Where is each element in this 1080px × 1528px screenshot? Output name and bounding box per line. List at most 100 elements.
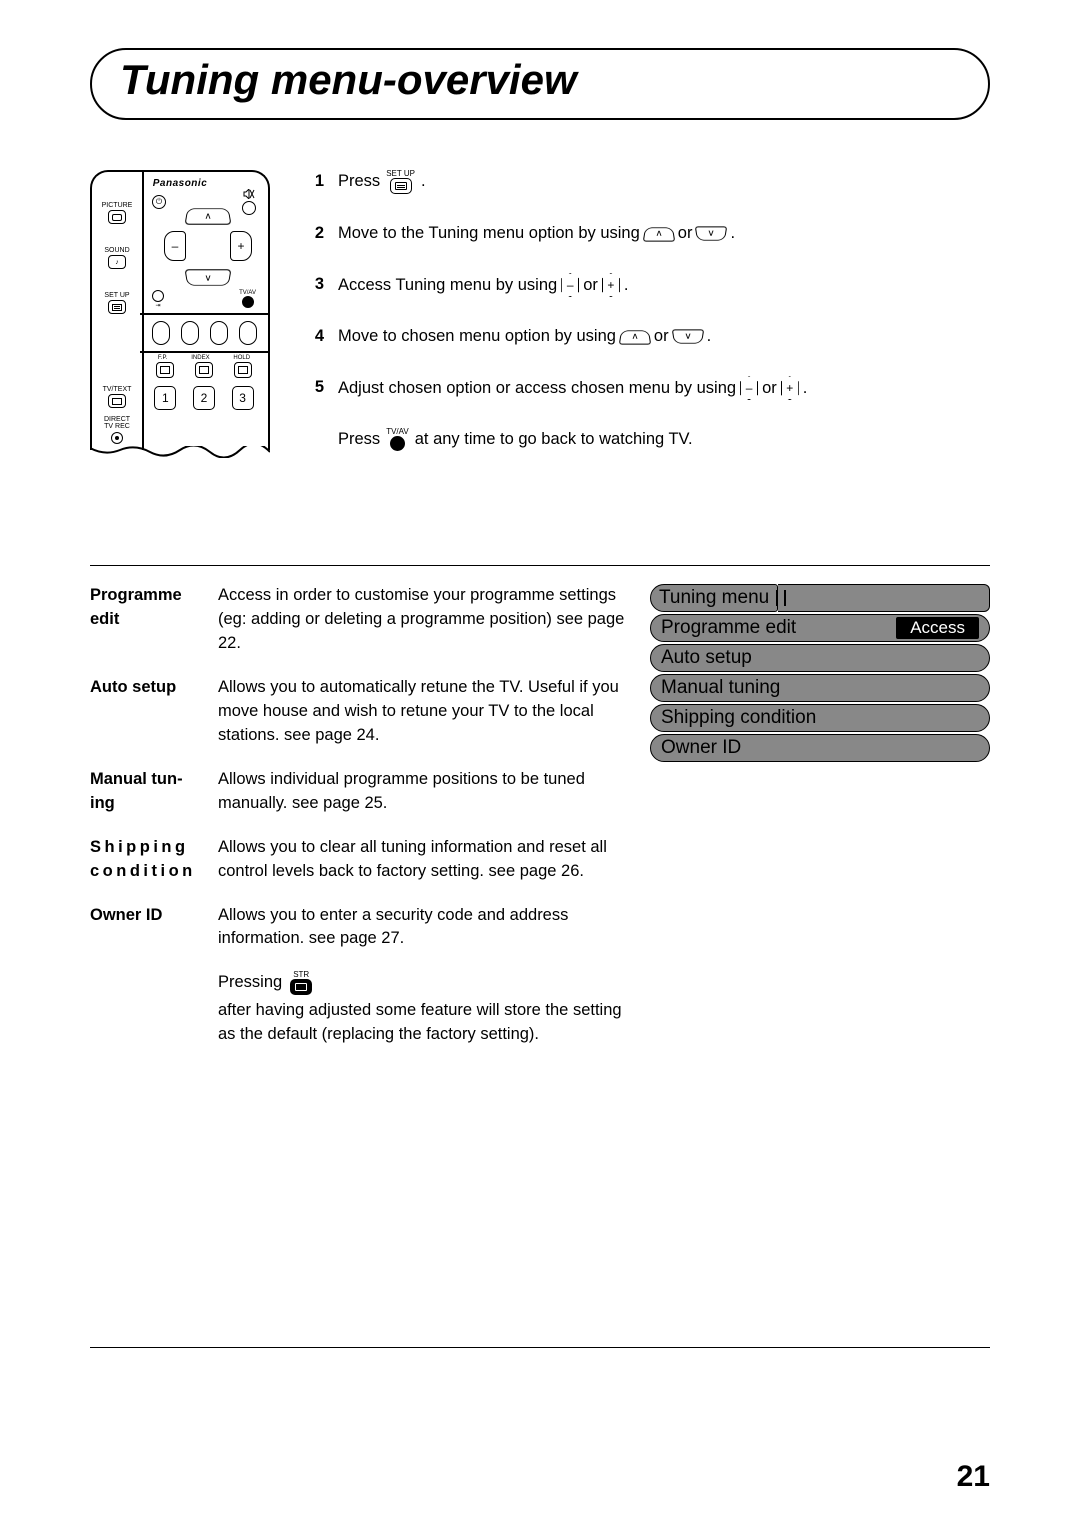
index-button-icon (195, 362, 213, 378)
tvtext-icon (108, 394, 126, 408)
osd-row-manual-tuning: Manual tuning (650, 674, 990, 702)
plus-button-icon: + (781, 376, 799, 400)
page-title: Tuning menu-overview (120, 56, 960, 104)
step-text: Press (338, 170, 380, 193)
icon-label: SET UP (386, 170, 415, 178)
step-text: at any time to go back to watching TV. (415, 428, 693, 451)
def-desc: Allows individual programme positions to… (218, 768, 626, 816)
step-text: or (583, 274, 598, 297)
hold-button-icon (234, 362, 252, 378)
index-label: INDEX (191, 355, 209, 361)
definitions: Programme edit Access in order to custom… (90, 584, 626, 1047)
minus-button-icon: – (561, 273, 579, 297)
step-4: 4 Move to chosen menu option by using ∧ … (310, 325, 990, 348)
step-text: Access Tuning menu by using (338, 274, 557, 297)
def-manual-tuning: Manual tun- ing Allows individual progra… (90, 768, 626, 816)
str-button-icon: STR (290, 971, 312, 995)
power-icon: ⏻ (152, 195, 166, 209)
tvav-button-icon: TV/AV (386, 428, 409, 451)
step-text: Move to the Tuning menu option by using (338, 222, 640, 245)
remote-separator (140, 313, 268, 315)
tvav-label: TV/AV (239, 290, 256, 296)
picture-label: PICTURE (96, 202, 138, 209)
step-number: 2 (310, 222, 324, 245)
tvtext-label: TV/TEXT (94, 386, 140, 393)
picture-icon (108, 210, 126, 224)
remote-torn-edge (90, 446, 270, 458)
hold-label: HOLD (233, 355, 250, 361)
step-text: or (762, 377, 777, 400)
footer-divider (90, 1347, 990, 1348)
remote-blank-button (181, 321, 199, 345)
dpad-down-icon: ∨ (185, 269, 232, 285)
step-text: . (421, 170, 426, 193)
osd-row-label: Owner ID (661, 737, 741, 759)
num-1-button: 1 (154, 386, 176, 410)
def-term: Manual tun- ing (90, 768, 200, 816)
step-text: Adjust chosen option or access chosen me… (338, 377, 736, 400)
remote-blank-button (152, 321, 170, 345)
str-foot-note: Pressing STR after having adjusted some … (218, 971, 626, 1047)
def-desc: Allows you to automatically retune the T… (218, 676, 626, 748)
setup-side-icon (108, 300, 126, 314)
dpad-right-icon: + (230, 231, 252, 261)
sound-label: SOUND (96, 247, 138, 254)
def-desc: Access in order to customise your progra… (218, 584, 626, 656)
step-3: 3 Access Tuning menu by using – or + . (310, 273, 990, 297)
remote-illustration: Panasonic PICTURE SOUND ♪ SET UP ⏻ (90, 170, 270, 450)
remote-small-button (152, 290, 164, 302)
step-text: or (678, 222, 693, 245)
note-text: after having adjusted some feature will … (218, 999, 626, 1047)
osd-access-badge: Access (896, 617, 979, 639)
osd-row-label: Shipping condition (661, 707, 816, 729)
osd-row-programme-edit: Programme edit Access (650, 614, 990, 642)
step-2: 2 Move to the Tuning menu option by usin… (310, 222, 990, 245)
def-programme-edit: Programme edit Access in order to custom… (90, 584, 626, 656)
step-1: 1 Press SET UP . (310, 170, 990, 194)
icon-label: TV/AV (386, 428, 409, 436)
osd-title-bar (778, 584, 990, 612)
page-title-frame: Tuning menu-overview (90, 48, 990, 120)
step-number: 1 (310, 170, 324, 193)
def-auto-setup: Auto setup Allows you to automatically r… (90, 676, 626, 748)
dpad-up-icon: ∧ (185, 208, 232, 224)
top-row: Panasonic PICTURE SOUND ♪ SET UP ⏻ (90, 170, 990, 479)
osd-row-auto-setup: Auto setup (650, 644, 990, 672)
setup-button-icon: SET UP (386, 170, 415, 194)
direct-label: DIRECT TV REC (94, 416, 140, 430)
dpad-left-icon: – (164, 231, 186, 261)
step-text: Press (338, 428, 380, 451)
step-text: . (803, 377, 808, 400)
remote-divider (142, 172, 144, 450)
remote-blank-button (239, 321, 257, 345)
up-button-icon: ∧ (619, 330, 651, 344)
lower-section: Programme edit Access in order to custom… (90, 584, 990, 1047)
step-text: or (654, 325, 669, 348)
osd-row-shipping-condition: Shipping condition (650, 704, 990, 732)
rec-icon (111, 432, 123, 444)
setup-label: SET UP (96, 292, 138, 299)
def-desc: Allows you to enter a security code and … (218, 904, 626, 952)
def-owner-id: Owner ID Allows you to enter a security … (90, 904, 626, 952)
section-divider (90, 565, 990, 566)
num-2-button: 2 (193, 386, 215, 410)
def-term: Programme edit (90, 584, 200, 656)
osd-row-owner-id: Owner ID (650, 734, 990, 762)
num-3-button: 3 (232, 386, 254, 410)
up-button-icon: ∧ (643, 227, 675, 241)
step-5: 5 Adjust chosen option or access chosen … (310, 376, 990, 400)
remote-dpad-area: ⏻ ∧ ∨ – + ⇥ TV/AV (146, 191, 262, 311)
step-text: . (707, 325, 712, 348)
remote-side-labels: PICTURE SOUND ♪ SET UP (96, 202, 138, 315)
steps-list: 1 Press SET UP . 2 Move to the Tuning me… (310, 170, 990, 479)
step-text: Move to chosen menu option by using (338, 325, 616, 348)
fp-button-icon (156, 362, 174, 378)
step-text: . (624, 274, 629, 297)
press-back-note: Press TV/AV at any time to go back to wa… (338, 428, 990, 451)
osd-row-label: Manual tuning (661, 677, 780, 699)
remote-blank-row (146, 321, 262, 345)
down-button-icon: ∨ (671, 329, 703, 343)
down-button-icon: ∨ (695, 226, 727, 240)
step-number: 3 (310, 273, 324, 296)
def-desc: Allows you to clear all tuning informati… (218, 836, 626, 884)
